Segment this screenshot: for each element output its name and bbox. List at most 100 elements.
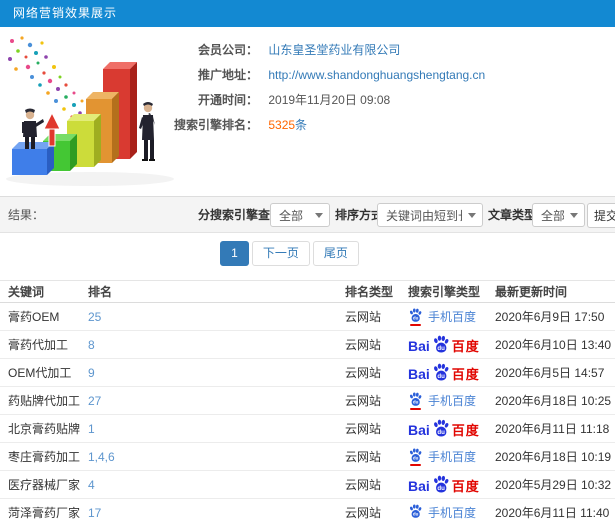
rank-type-cell: 云网站 bbox=[345, 478, 382, 492]
rank-type-cell: 云网站 bbox=[345, 394, 382, 408]
rank-type-cell: 云网站 bbox=[345, 310, 382, 324]
filter-bar: 结果： 分搜索引擎查看 全部 排序方式 关键词由短到长排序 文章类型 全部 提交 bbox=[0, 196, 615, 233]
engine-mobile-baidu: du 手机百度 bbox=[408, 308, 476, 326]
keyword-cell: 膏药代加工 bbox=[8, 338, 69, 352]
baidu-paw-icon: du bbox=[408, 308, 423, 326]
engine-name-text: 手机百度 bbox=[428, 310, 477, 324]
open-time-label: 开通时间： bbox=[197, 93, 258, 107]
engine-name-text: 手机百度 bbox=[428, 506, 477, 520]
table-row: 菏泽膏药厂家 17 云网站 du 手机百度 2020年6月11日 11:40 bbox=[0, 498, 615, 520]
engine-filter-select[interactable]: 全部 bbox=[270, 203, 330, 227]
sort-filter-select[interactable]: 关键词由短到长排序 bbox=[377, 203, 483, 227]
rank-type-cell: 云网站 bbox=[345, 338, 382, 352]
rank-link[interactable]: 4 bbox=[88, 478, 95, 492]
red-underline bbox=[410, 323, 421, 326]
baidu-paw-icon: du bbox=[408, 504, 423, 520]
updated-cell: 2020年5月29日 10:32 bbox=[495, 478, 612, 492]
rank-link[interactable]: 1,4,6 bbox=[88, 450, 115, 464]
table-header-row: 关键词 排名 排名类型 搜索引擎类型 最新更新时间 bbox=[0, 280, 615, 303]
updated-cell: 2020年6月9日 17:50 bbox=[495, 310, 605, 324]
svg-text:du: du bbox=[413, 455, 419, 460]
rank-link[interactable]: 27 bbox=[88, 394, 101, 408]
confetti-dots bbox=[8, 36, 90, 119]
promo-url-link[interactable]: http://www.shandonghuangshengtang.cn bbox=[268, 68, 485, 82]
info-section: 会员公司： 山东皇圣堂药业有限公司 推广地址： http://www.shand… bbox=[0, 27, 615, 196]
baidu-logo-bai: Bai bbox=[408, 338, 430, 354]
red-underline bbox=[410, 407, 421, 410]
baidu-paw-icon: du bbox=[433, 363, 449, 381]
article-type-label: 文章类型 bbox=[488, 208, 537, 222]
baidu-logo-cn: 百度 bbox=[451, 479, 480, 494]
promo-url-label: 推广地址： bbox=[197, 68, 258, 82]
rank-type-cell: 云网站 bbox=[345, 450, 382, 464]
baidu-paw-icon: du bbox=[433, 419, 449, 437]
engine-baidu-logo: Bai du 百度 bbox=[408, 335, 480, 354]
keyword-cell: 医疗器械厂家 bbox=[8, 478, 80, 492]
svg-text:du: du bbox=[437, 485, 445, 492]
svg-text:du: du bbox=[437, 373, 445, 380]
table-row: 药贴牌代加工 27 云网站 du 手机百度 2020年6月18日 10:25 bbox=[0, 386, 615, 415]
rank-count-label: 搜索引擎排名： bbox=[174, 118, 259, 132]
rank-count-unit: 条 bbox=[295, 118, 308, 132]
page: 网络营销效果展示 会员公司： 山东皇圣堂药业有限公司 推广地址： http://… bbox=[0, 0, 615, 520]
baidu-paw-icon: du bbox=[433, 335, 449, 353]
company-link[interactable]: 山东皇圣堂药业有限公司 bbox=[268, 43, 400, 57]
header-rank-type: 排名类型 bbox=[337, 280, 400, 303]
info-row-url: 推广地址： http://www.shandonghuangshengtang.… bbox=[174, 63, 604, 88]
updated-cell: 2020年6月18日 10:19 bbox=[495, 450, 612, 464]
growth-bar-chart-illustration bbox=[6, 36, 174, 186]
sort-filter-label: 排序方式 bbox=[335, 208, 384, 222]
svg-text:du: du bbox=[413, 399, 419, 404]
rank-link[interactable]: 17 bbox=[88, 506, 101, 520]
svg-text:du: du bbox=[413, 315, 419, 320]
engine-name-text: 手机百度 bbox=[428, 394, 477, 408]
keyword-cell: OEM代加工 bbox=[8, 366, 72, 380]
rank-link[interactable]: 1 bbox=[88, 422, 95, 436]
result-label: 结果： bbox=[8, 208, 45, 222]
article-type-select[interactable]: 全部 bbox=[532, 203, 585, 227]
table-row: 膏药代加工 8 云网站 Bai du 百度 2020年6月10日 13:40 bbox=[0, 330, 615, 359]
results-table-body: 膏药OEM 25 云网站 du 手机百度 2020年6月9日 17:50 膏药代… bbox=[0, 302, 615, 520]
svg-text:du: du bbox=[413, 511, 419, 516]
company-label: 会员公司： bbox=[197, 43, 258, 57]
header-rank: 排名 bbox=[80, 280, 337, 303]
caret-down-icon bbox=[570, 212, 578, 218]
keyword-cell: 枣庄膏药加工 bbox=[8, 450, 80, 464]
rank-link[interactable]: 25 bbox=[88, 310, 101, 324]
baidu-logo-bai: Bai bbox=[408, 366, 430, 382]
baidu-paw-icon: du bbox=[408, 392, 423, 410]
red-underline bbox=[410, 463, 421, 466]
table-row: 膏药OEM 25 云网站 du 手机百度 2020年6月9日 17:50 bbox=[0, 302, 615, 331]
svg-text:du: du bbox=[437, 429, 445, 436]
rank-link[interactable]: 9 bbox=[88, 366, 95, 380]
baidu-logo-bai: Bai bbox=[408, 478, 430, 494]
keyword-cell: 药贴牌代加工 bbox=[8, 394, 80, 408]
caret-down-icon bbox=[315, 212, 323, 218]
table-row: OEM代加工 9 云网站 Bai du 百度 2020年6月5日 14:57 bbox=[0, 358, 615, 387]
engine-baidu-logo: Bai du 百度 bbox=[408, 419, 480, 438]
rank-type-cell: 云网站 bbox=[345, 366, 382, 380]
submit-button[interactable]: 提交 bbox=[587, 203, 615, 228]
page-button-current[interactable]: 1 bbox=[220, 241, 249, 266]
engine-baidu-logo: Bai du 百度 bbox=[408, 363, 480, 382]
table-row: 医疗器械厂家 4 云网站 Bai du 百度 2020年5月29日 10:32 bbox=[0, 470, 615, 499]
engine-mobile-baidu: du 手机百度 bbox=[408, 392, 476, 410]
page-title: 网络营销效果展示 bbox=[13, 6, 118, 20]
sort-filter-value: 关键词由短到长排序 bbox=[386, 208, 462, 223]
last-page-button[interactable]: 尾页 bbox=[312, 241, 359, 266]
baidu-paw-icon: du bbox=[408, 448, 423, 466]
updated-cell: 2020年6月11日 11:40 bbox=[495, 506, 610, 520]
updated-cell: 2020年6月5日 14:57 bbox=[495, 366, 605, 380]
info-row-company: 会员公司： 山东皇圣堂药业有限公司 bbox=[174, 38, 604, 63]
header-updated: 最新更新时间 bbox=[487, 280, 615, 303]
engine-baidu-logo: Bai du 百度 bbox=[408, 475, 480, 494]
keyword-cell: 北京膏药贴牌 bbox=[8, 422, 80, 436]
rank-link[interactable]: 8 bbox=[88, 338, 95, 352]
next-page-button[interactable]: 下一页 bbox=[251, 241, 310, 266]
caret-down-icon bbox=[468, 212, 476, 218]
rank-type-cell: 云网站 bbox=[345, 422, 382, 436]
engine-name-text: 手机百度 bbox=[428, 450, 477, 464]
engine-mobile-baidu: du 手机百度 bbox=[408, 448, 476, 466]
businessman-right bbox=[139, 102, 155, 161]
table-row: 枣庄膏药加工 1,4,6 云网站 du 手机百度 2020年6月18日 10:1… bbox=[0, 442, 615, 471]
